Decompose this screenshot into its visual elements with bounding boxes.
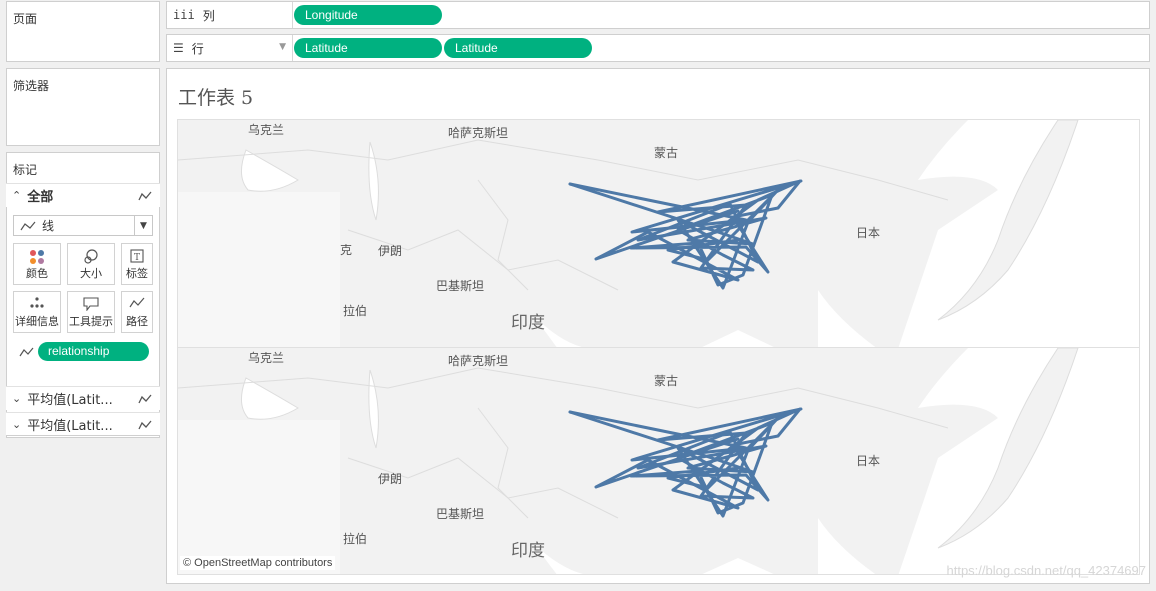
label-button-label: 标签: [126, 267, 148, 280]
mark-type-value: 线: [42, 219, 55, 233]
relationship-pill[interactable]: relationship: [38, 342, 149, 361]
filters-title: 筛选器: [13, 79, 50, 93]
line-mark-icon: [138, 394, 152, 404]
marks-avg-latitude-1[interactable]: ⌄ 平均值(Latit...: [6, 386, 160, 410]
rows-icon: ☰: [173, 41, 184, 55]
map-panel-top[interactable]: 乌克兰 哈萨克斯坦 蒙古 克 伊朗 日本 巴基斯坦 拉伯 印度: [177, 119, 1140, 348]
marks-all-label: 全部: [27, 190, 54, 205]
columns-label: 列: [202, 8, 215, 23]
avg-label-1: 平均值(Latit...: [27, 393, 113, 408]
line-mark-icon: [138, 420, 152, 430]
mark-type-dropdown[interactable]: 线 ▼: [13, 215, 153, 236]
avg-label-2: 平均值(Latit...: [27, 418, 113, 434]
path-button-label: 路径: [126, 315, 148, 328]
chevron-up-icon: ⌃: [12, 189, 22, 202]
columns-icon: iii: [173, 8, 195, 22]
latitude-pill-2[interactable]: Latitude: [444, 38, 592, 58]
chevron-down-icon: ▼: [134, 216, 152, 235]
pages-title: 页面: [13, 12, 38, 26]
color-palette-icon: [30, 250, 44, 264]
relationship-pill-label: relationship: [48, 344, 110, 358]
latitude-pill-1[interactable]: Latitude: [294, 38, 442, 58]
sheet-title: 工作表 5: [178, 87, 254, 109]
path-icon: [129, 297, 145, 308]
line-type-icon: [20, 221, 36, 230]
path-encoding-icon: [19, 347, 34, 357]
text-label-icon: T: [130, 249, 144, 263]
line-mark-icon: [138, 191, 152, 201]
color-button[interactable]: 颜色: [13, 243, 61, 285]
size-icon: [84, 249, 98, 264]
size-button-label: 大小: [80, 267, 102, 280]
tooltip-button[interactable]: 工具提示: [67, 291, 115, 333]
filters-card[interactable]: 筛选器: [6, 68, 160, 146]
columns-shelf-label: iii 列: [167, 2, 293, 28]
chevron-down-icon[interactable]: ▼: [279, 42, 286, 52]
detail-dots-icon: [30, 297, 44, 308]
map-panel-bottom[interactable]: 乌克兰 哈萨克斯坦 蒙古 伊朗 日本 巴基斯坦 拉伯 印度 © OpenStre…: [177, 347, 1140, 575]
relationship-lines-bottom: [568, 407, 803, 518]
map-attribution[interactable]: © OpenStreetMap contributors: [180, 556, 336, 570]
rows-label: 行: [191, 41, 204, 56]
detail-button[interactable]: 详细信息: [13, 291, 61, 333]
longitude-pill[interactable]: Longitude: [294, 5, 442, 25]
marks-title: 标记: [13, 163, 38, 177]
watermark: https://blog.csdn.net/qq_42374697: [946, 563, 1147, 578]
relationship-lines-top: [568, 179, 803, 290]
longitude-pill-label: Longitude: [305, 8, 358, 22]
pages-card[interactable]: 页面: [6, 1, 160, 62]
svg-text:T: T: [134, 253, 140, 263]
detail-button-label: 详细信息: [15, 315, 59, 328]
label-button[interactable]: T 标签: [121, 243, 153, 285]
latitude-pill-1-label: Latitude: [305, 41, 348, 55]
chevron-down-icon: ⌄: [12, 392, 22, 405]
tooltip-button-label: 工具提示: [69, 315, 113, 328]
size-button[interactable]: 大小: [67, 243, 115, 285]
chevron-down-icon: ⌄: [12, 417, 22, 431]
tooltip-icon: [83, 297, 99, 311]
columns-shelf[interactable]: iii 列 Longitude: [166, 1, 1150, 29]
path-button[interactable]: 路径: [121, 291, 153, 333]
marks-all-header[interactable]: ⌃ 全部: [6, 183, 160, 207]
latitude-pill-2-label: Latitude: [455, 41, 498, 55]
rows-shelf[interactable]: ☰ 行 ▼ Latitude Latitude: [166, 34, 1150, 62]
rows-shelf-label: ☰ 行 ▼: [167, 35, 293, 61]
color-button-label: 颜色: [26, 267, 48, 280]
marks-avg-latitude-2[interactable]: ⌄ 平均值(Latit...: [6, 412, 160, 436]
